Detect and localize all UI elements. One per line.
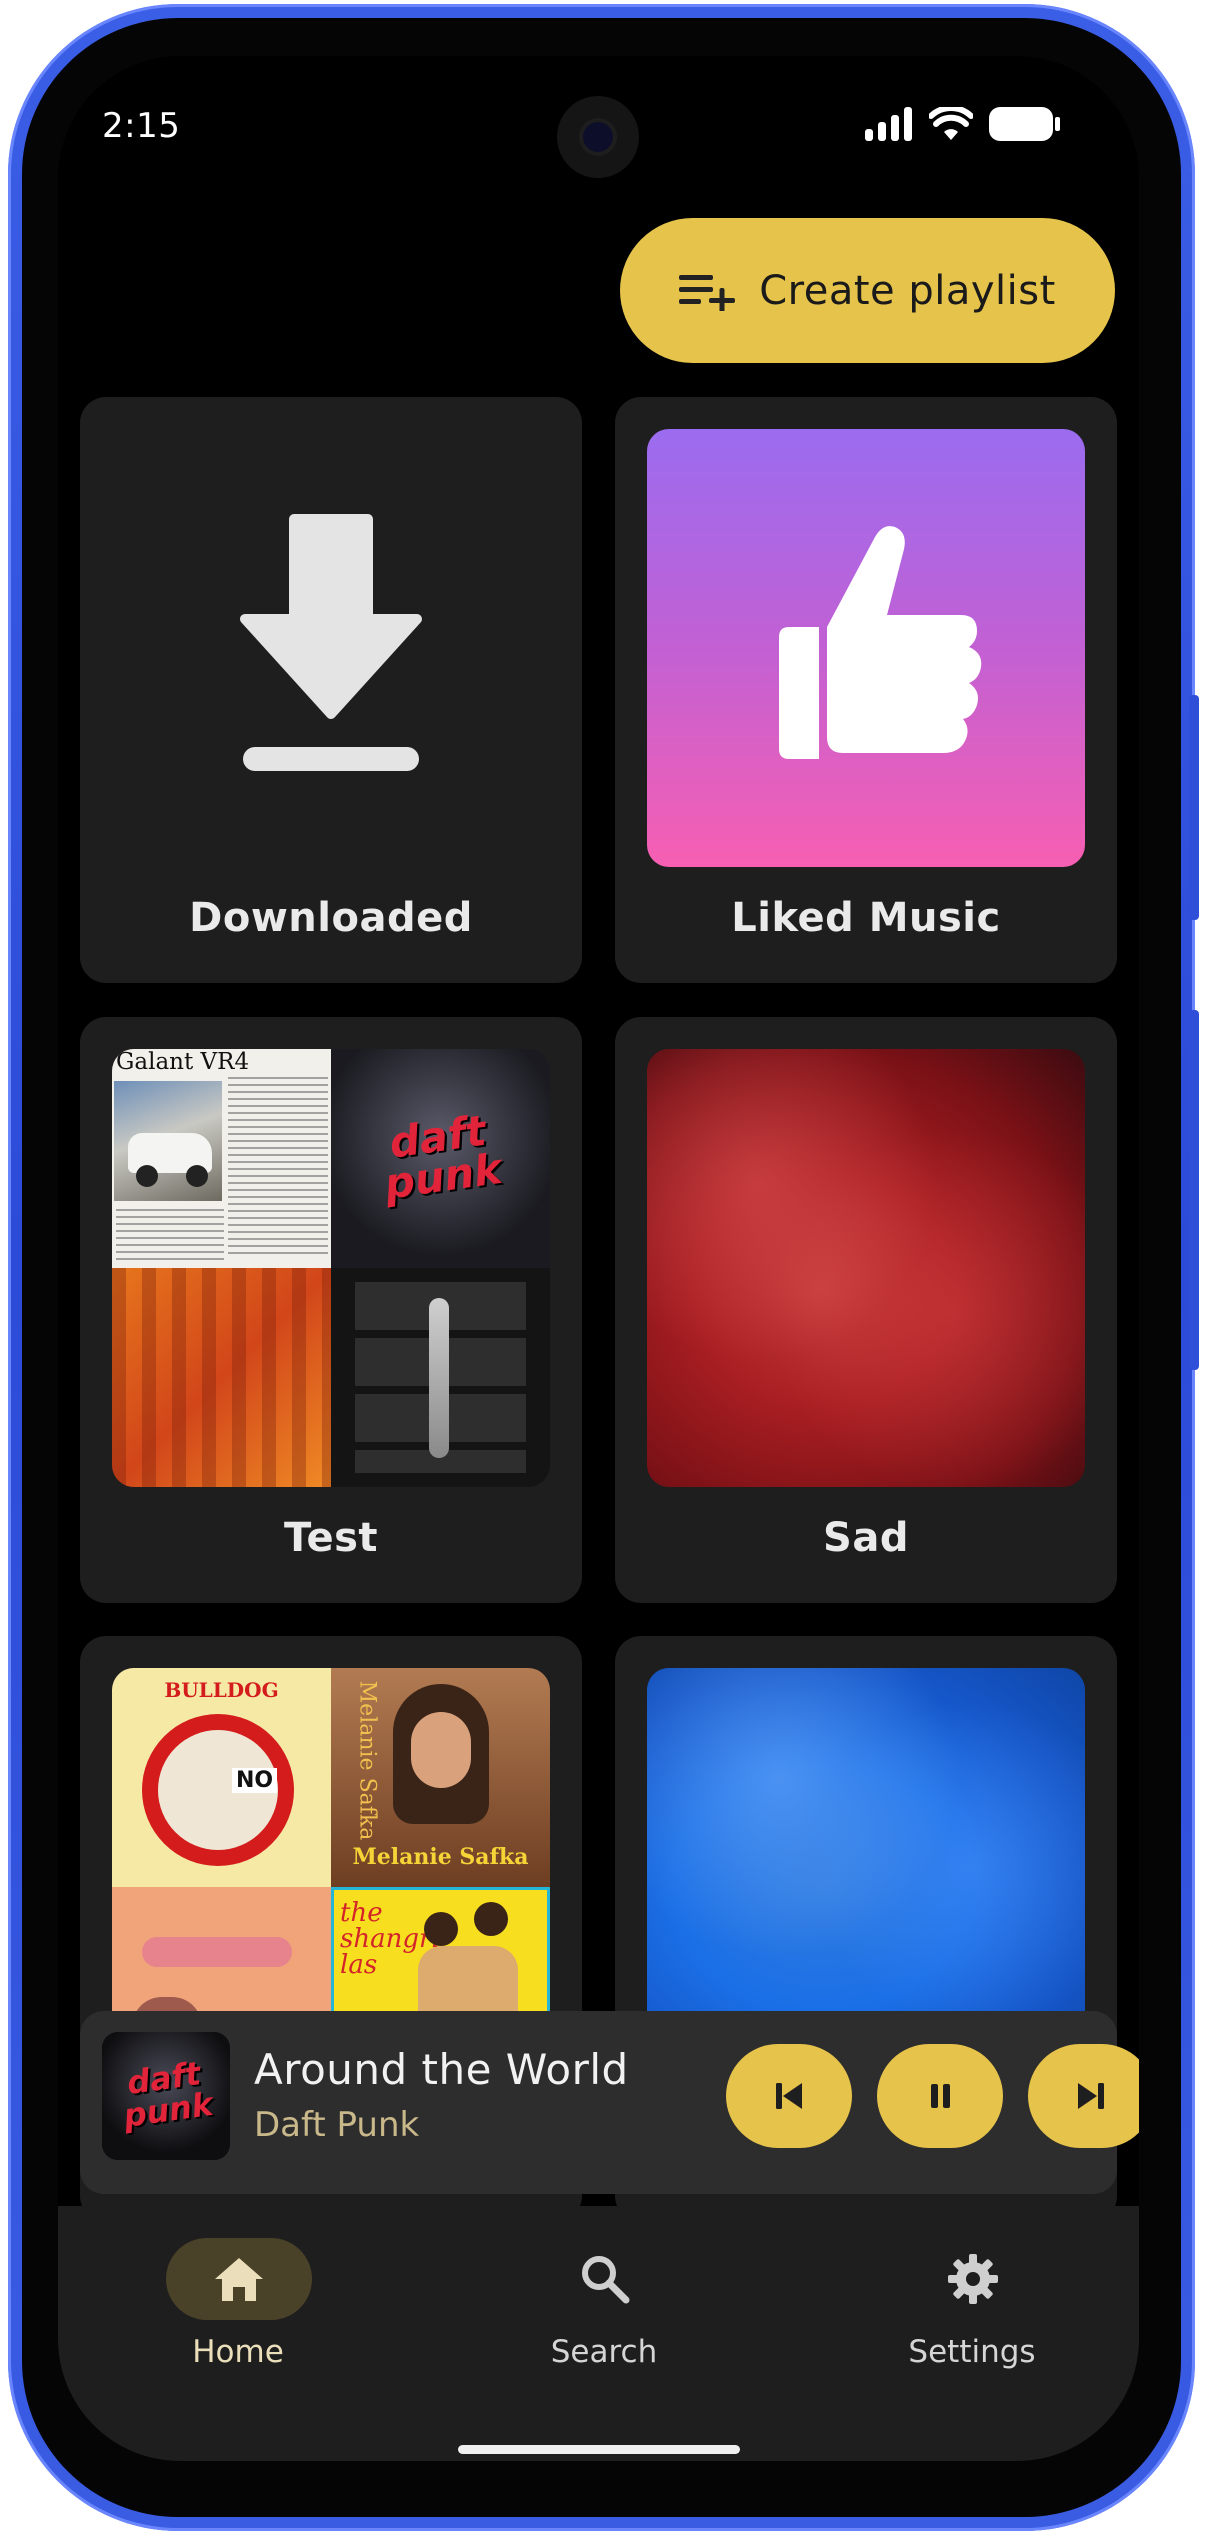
status-icons	[865, 106, 1061, 142]
playlist-tile-test[interactable]: Galant VR4 daft punk Test	[80, 1017, 582, 1603]
nav-search-icon-wrap	[532, 2238, 678, 2320]
search-icon	[582, 2256, 630, 2304]
nav-item-search[interactable]: Search	[454, 2206, 754, 2386]
now-playing-artwork: daft punk	[102, 2032, 230, 2160]
nav-label-settings: Settings	[908, 2334, 1036, 2370]
pause-icon	[931, 2084, 950, 2108]
playlist-name: Liked Music	[731, 895, 1001, 941]
playlist-add-icon	[679, 274, 736, 311]
nav-settings-icon-wrap	[900, 2238, 1046, 2320]
playlist-tile-downloaded[interactable]: Downloaded	[80, 397, 582, 983]
signal-icon	[865, 107, 912, 141]
volume-button	[1189, 695, 1199, 920]
app-screen: 2:15 Create playlist Downloaded Liked Mu…	[58, 56, 1139, 2461]
album-cover-bulldog: BULLDOG NO	[112, 1668, 331, 1887]
album-cover-daft-punk: daft punk	[331, 1049, 550, 1268]
previous-button[interactable]	[726, 2044, 852, 2148]
playlist-name: Downloaded	[189, 895, 473, 941]
next-button[interactable]	[1028, 2044, 1139, 2148]
playlist-art	[647, 429, 1085, 867]
now-playing-artist: Daft Punk	[254, 2105, 420, 2145]
now-playing-bar[interactable]: daft punk Around the World Daft Punk	[80, 2011, 1139, 2194]
playlist-art	[112, 429, 550, 867]
power-button	[1189, 1010, 1199, 1370]
nav-item-settings[interactable]: Settings	[822, 2206, 1122, 2386]
gear-icon	[948, 2254, 998, 2304]
red-cloud-image	[647, 1049, 1085, 1487]
phone-device: 2:15 Create playlist Downloaded Liked Mu…	[0, 0, 1205, 2535]
bottom-navigation: Home Search Settings	[58, 2206, 1139, 2461]
album-cover-melanie: Melanie Safka Melanie Safka	[331, 1668, 550, 1887]
playlist-tile-liked-music[interactable]: Liked Music	[615, 397, 1117, 983]
front-camera	[557, 96, 639, 178]
nav-home-indicator	[166, 2238, 312, 2320]
battery-icon	[989, 107, 1060, 141]
now-playing-title: Around the World	[254, 2045, 629, 2094]
playlist-art-collage: Galant VR4 daft punk	[112, 1049, 550, 1487]
nav-item-home[interactable]: Home	[88, 2206, 388, 2386]
status-time: 2:15	[102, 106, 181, 146]
album-cover-dunkirk	[331, 1268, 550, 1487]
skip-next-icon	[1078, 2083, 1104, 2109]
album-cover-orange	[112, 1268, 331, 1487]
home-icon	[215, 2258, 263, 2301]
playlist-name: Test	[283, 1515, 379, 1561]
wifi-icon	[929, 107, 973, 140]
pause-button[interactable]	[877, 2044, 1003, 2148]
skip-previous-icon	[776, 2083, 802, 2109]
thumbs-up-icon	[779, 526, 982, 759]
home-indicator[interactable]	[458, 2445, 740, 2454]
album-cover-galant: Galant VR4	[112, 1049, 331, 1268]
create-playlist-button[interactable]: Create playlist	[620, 218, 1115, 363]
download-icon	[240, 514, 422, 771]
playlist-name: Sad	[823, 1515, 909, 1561]
nav-label-home: Home	[192, 2334, 284, 2370]
create-playlist-label: Create playlist	[759, 267, 1056, 314]
nav-label-search: Search	[550, 2334, 658, 2370]
playlist-tile-sad[interactable]: Sad	[615, 1017, 1117, 1603]
